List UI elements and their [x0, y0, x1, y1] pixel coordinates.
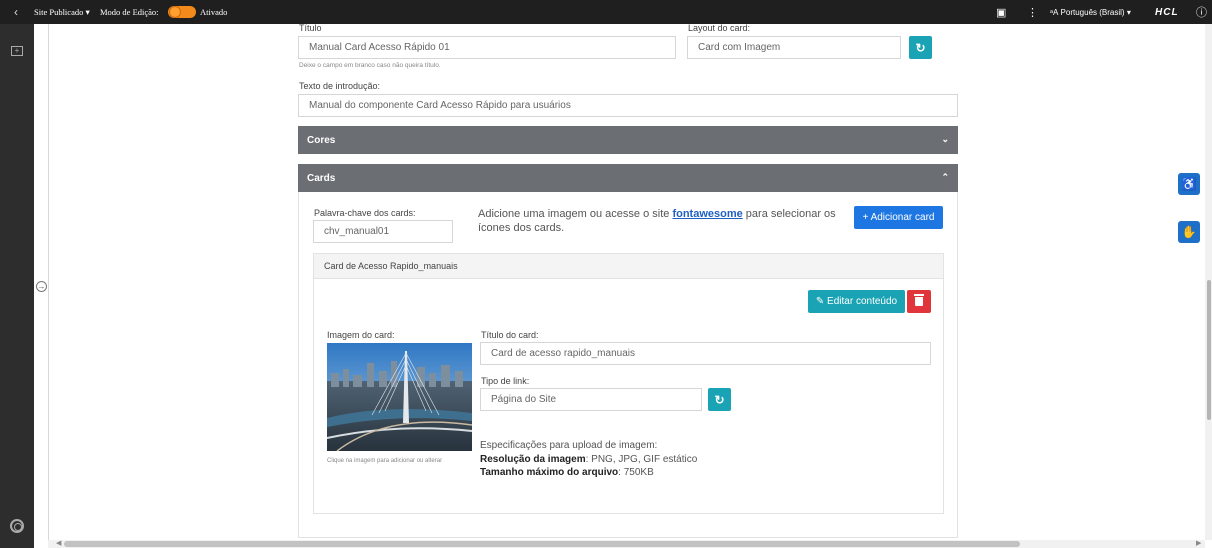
city-bridge-image	[327, 343, 472, 451]
title-input[interactable]: Manual Card Acesso Rápido 01	[298, 36, 676, 59]
page-icon[interactable]: ▣	[996, 0, 1006, 24]
sign-language-icon[interactable]: ✋	[1178, 221, 1200, 243]
edit-mode-label: Modo de Edição:	[100, 7, 159, 17]
intro-input[interactable]: Manual do componente Card Acesso Rápido …	[298, 94, 958, 117]
chevron-down-icon: ⌄	[941, 134, 949, 144]
chevron-left-icon[interactable]: ‹	[14, 0, 18, 24]
help-icon[interactable]: ⓘ	[1196, 0, 1207, 24]
image-label: Imagem do card:	[327, 330, 395, 340]
cards-intro-before: Adicione uma imagem ou acesse o site	[478, 208, 673, 220]
site-status-dropdown[interactable]: Site Publicado ▾	[34, 0, 90, 24]
edit-mode-toggle[interactable]	[168, 6, 196, 18]
link-type-select[interactable]: Página do Site	[480, 388, 702, 411]
chevron-up-icon: ⌃	[941, 172, 949, 182]
scroll-right-icon[interactable]: ▶	[1196, 539, 1201, 547]
spec-size: Tamanho máximo do arquivo: 750KB	[480, 466, 697, 480]
spec-resolution-label: Resolução da imagem	[480, 453, 586, 465]
card-item-header[interactable]: Card de Acesso Rapido_manuais	[314, 254, 943, 279]
edit-content-button[interactable]: ✎ Editar conteúdo	[808, 290, 905, 313]
more-options-icon[interactable]: ⋮	[1027, 0, 1038, 24]
refresh-icon: ↻	[915, 40, 926, 55]
divider	[48, 24, 49, 540]
trash-icon	[914, 294, 924, 306]
add-panel-icon[interactable]: +	[11, 46, 23, 56]
spec-resolution: Resolução da imagem: PNG, JPG, GIF estát…	[480, 453, 697, 467]
site-status-label: Site Publicado	[34, 7, 84, 17]
card-title-label: Título do card:	[481, 330, 539, 340]
support-icon[interactable]	[10, 519, 24, 533]
spec-size-label: Tamanho máximo do arquivo	[480, 467, 619, 478]
refresh-layout-button[interactable]: ↻	[909, 36, 932, 59]
expand-arrow-icon[interactable]: →	[36, 281, 47, 292]
translate-icon: ᵃA	[1050, 7, 1061, 17]
card-title-input[interactable]: Card de acesso rapido_manuais	[480, 342, 931, 365]
cores-panel-title: Cores	[307, 134, 336, 146]
vertical-scrollbar-thumb[interactable]	[1207, 280, 1211, 420]
chevron-down-icon: ▾	[85, 6, 90, 17]
cards-panel-header[interactable]: Cards ⌃	[298, 164, 958, 192]
language-label: Português (Brasil)	[1060, 7, 1125, 17]
refresh-link-type-button[interactable]: ↻	[708, 388, 731, 411]
spec-size-value: : 750KB	[618, 467, 654, 478]
horizontal-scrollbar-thumb[interactable]	[64, 541, 1020, 547]
edit-mode-state: Ativado	[200, 7, 228, 17]
add-card-button[interactable]: + Adicionar card	[854, 206, 943, 229]
hcl-logo: HCL	[1155, 6, 1179, 18]
cards-intro-text: Adicione uma imagem ou acesse o site fon…	[478, 207, 838, 235]
spec-heading: Especificações para upload de imagem:	[480, 440, 658, 451]
fontawesome-link[interactable]: fontawesome	[672, 208, 742, 220]
keyword-input[interactable]: chv_manual01	[313, 220, 453, 243]
upload-specs: Especificações para upload de imagem: Re…	[480, 439, 697, 480]
layout-select[interactable]: Card com Imagem	[687, 36, 901, 59]
left-rail: +	[0, 24, 34, 548]
image-hint: Clique na imagem para adicionar ou alter…	[327, 458, 443, 464]
intro-label: Texto de introdução:	[299, 81, 381, 91]
link-type-label: Tipo de link:	[481, 376, 530, 386]
spec-resolution-value: : PNG, JPG, GIF estático	[585, 453, 698, 465]
pencil-icon: ✎	[815, 296, 828, 307]
layout-label: Layout do card:	[688, 23, 751, 33]
accessibility-icon[interactable]: ♿	[1178, 173, 1200, 195]
chevron-down-icon: ▾	[1126, 7, 1131, 17]
language-selector[interactable]: ᵃA Português (Brasil) ▾	[1050, 0, 1131, 24]
refresh-icon: ↻	[714, 392, 725, 407]
scroll-left-icon[interactable]: ◀	[56, 539, 61, 547]
top-bar: ‹ Site Publicado ▾ Modo de Edição: Ativa…	[0, 0, 1212, 24]
card-image[interactable]	[327, 343, 472, 451]
cards-panel-title: Cards	[307, 172, 336, 184]
edit-content-label: Editar conteúdo	[827, 296, 898, 307]
title-label: Título	[299, 23, 322, 33]
title-hint: Deixe o campo em branco caso não queira …	[299, 62, 441, 69]
keyword-label: Palavra-chave dos cards:	[314, 208, 416, 218]
cores-panel-header[interactable]: Cores ⌄	[298, 126, 958, 154]
delete-card-button[interactable]	[907, 290, 931, 313]
